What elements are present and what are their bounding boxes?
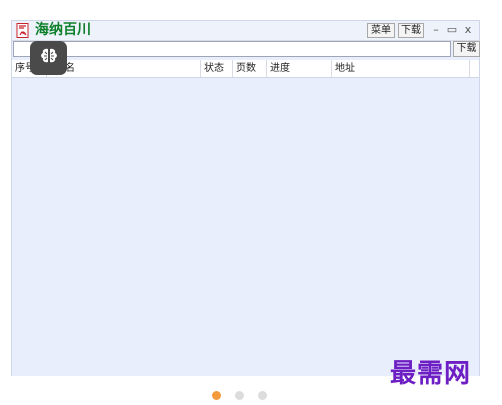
close-icon[interactable]: x bbox=[462, 22, 474, 38]
column-header-progress[interactable]: 进度 bbox=[266, 60, 331, 77]
column-header-pages[interactable]: 页数 bbox=[232, 60, 266, 77]
toolbar: 下载 bbox=[12, 41, 480, 58]
watermark-logo: 最需网 bbox=[390, 359, 472, 389]
maximize-icon[interactable]: ▭ bbox=[446, 22, 458, 38]
minimize-icon[interactable]: – bbox=[430, 22, 442, 38]
column-header-name[interactable]: 名 bbox=[46, 60, 200, 77]
column-header-address[interactable]: 地址 bbox=[331, 60, 469, 77]
download-list[interactable] bbox=[12, 78, 479, 376]
pager-dot-1[interactable] bbox=[212, 391, 221, 400]
pdf-doc-icon bbox=[15, 23, 31, 38]
app-title: 海纳百川 bbox=[35, 22, 91, 38]
title-bar: 海纳百川 菜单 下载 – ▭ x bbox=[12, 21, 479, 41]
pager-dot-3[interactable] bbox=[258, 391, 267, 400]
titlebar-download-button[interactable]: 下载 bbox=[398, 23, 424, 38]
brain-icon bbox=[39, 47, 59, 69]
column-header-filler bbox=[469, 60, 481, 77]
table-header: 序号 名 状态 页数 进度 地址 bbox=[12, 60, 479, 78]
column-header-status[interactable]: 状态 bbox=[200, 60, 232, 77]
url-input[interactable] bbox=[13, 41, 451, 57]
pager-dot-2[interactable] bbox=[235, 391, 244, 400]
brain-overlay-button[interactable] bbox=[30, 41, 67, 75]
app-window: 海纳百川 菜单 下载 – ▭ x 下载 序号 名 状态 页数 进度 地址 bbox=[11, 20, 480, 376]
menu-button[interactable]: 菜单 bbox=[367, 23, 395, 38]
download-button[interactable]: 下载 bbox=[453, 41, 480, 57]
